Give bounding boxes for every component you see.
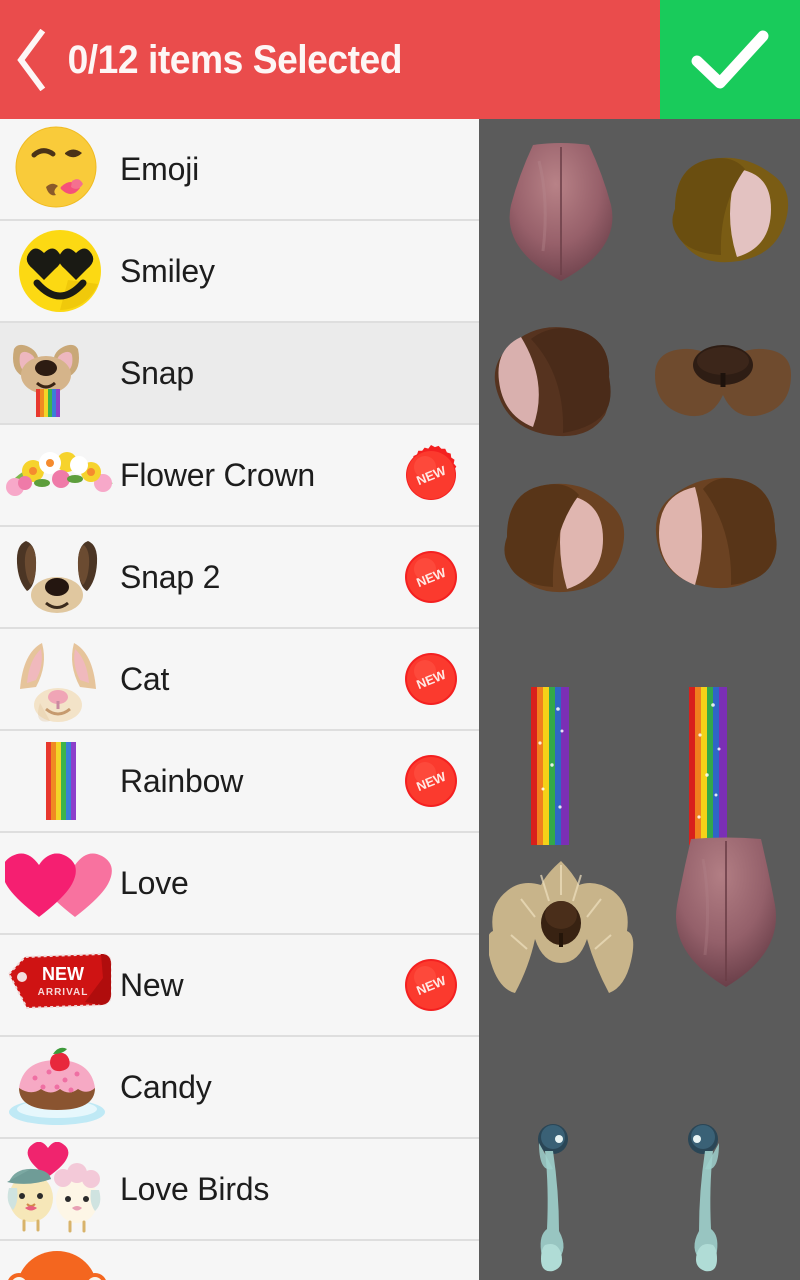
list-item-label: Love: [120, 865, 189, 901]
new-badge-icon: NEW: [400, 444, 462, 506]
list-item-label: New: [120, 967, 184, 1003]
svg-text:ARRIVAL: ARRIVAL: [38, 987, 89, 998]
list-item-badge-slot: [383, 1036, 479, 1138]
back-button[interactable]: [0, 0, 62, 119]
app-bar: 0/12 items Selected: [0, 0, 800, 119]
dog-ear-brown-right-sticker[interactable]: [649, 471, 794, 606]
dog-tongue-sticker[interactable]: [491, 141, 631, 286]
list-item-label: Smiley: [120, 253, 215, 289]
list-item[interactable]: Cat NEW: [0, 629, 479, 731]
list-item-badge-slot: NEW: [383, 424, 479, 526]
new-badge-icon: NEW: [400, 750, 462, 812]
rainbow-tongue-sticker[interactable]: [689, 687, 727, 845]
list-item-badge-slot: [383, 322, 479, 424]
app-screen: 0/12 items Selected Emoji Smiley Snap Fl…: [0, 0, 800, 1280]
list-item-badge-slot: NEW: [383, 730, 479, 832]
list-item[interactable]: Love: [0, 833, 479, 935]
check-icon: [691, 27, 769, 93]
confirm-button[interactable]: [660, 0, 800, 119]
new-badge-icon: NEW: [400, 954, 462, 1016]
tear-drop-sticker[interactable]: [679, 1123, 729, 1280]
list-item-badge-slot: [383, 1138, 479, 1240]
fur-nose-sticker[interactable]: [489, 857, 634, 997]
dog-ear-right-sticker[interactable]: [657, 147, 797, 267]
list-item[interactable]: Flower Crown NEW: [0, 425, 479, 527]
list-item-label: Cat: [120, 661, 170, 697]
rainbow-stripe-icon: [0, 730, 120, 832]
strawberry-cake-icon: [0, 1036, 120, 1138]
new-badge-icon: NEW: [400, 546, 462, 608]
list-item-badge-slot: [383, 220, 479, 322]
tear-drop-sticker[interactable]: [531, 1123, 581, 1280]
dog-nose-sticker[interactable]: [651, 341, 796, 436]
dog-ear-left-sticker[interactable]: [485, 319, 630, 444]
list-item-label: Flower Crown: [120, 457, 315, 493]
dog-ear-brown-left-sticker[interactable]: [489, 477, 629, 607]
list-item-label: Snap: [120, 355, 194, 391]
list-item[interactable]: Snap 2 NEW: [0, 527, 479, 629]
list-item-label: Candy: [120, 1069, 212, 1105]
list-item-badge-slot: NEW: [383, 934, 479, 1036]
orange-monster-icon: [0, 1240, 120, 1280]
rainbow-tongue-sticker[interactable]: [531, 687, 569, 845]
list-item-badge-slot: [383, 1240, 479, 1280]
list-item[interactable]: NEW ARRIVAL New NEW: [0, 935, 479, 1037]
list-item[interactable]: Love Birds: [0, 1139, 479, 1241]
list-item[interactable]: Rainbow NEW: [0, 731, 479, 833]
dog-rainbow-tongue-icon: [0, 322, 120, 424]
content-area: Emoji Smiley Snap Flower Crown NEW Snap …: [0, 119, 800, 1280]
new-arrival-tag-icon: NEW ARRIVAL: [0, 934, 120, 1036]
dog-ears-nose-icon: [0, 526, 120, 628]
list-item[interactable]: Snap: [0, 323, 479, 425]
flower-crown-icon: [0, 424, 120, 526]
list-item-badge-slot: [383, 832, 479, 934]
category-list[interactable]: Emoji Smiley Snap Flower Crown NEW Snap …: [0, 119, 479, 1280]
list-item-label: Rainbow: [120, 763, 244, 799]
list-item-badge-slot: NEW: [383, 628, 479, 730]
svg-text:NEW: NEW: [42, 964, 84, 984]
page-title: 0/12 items Selected: [67, 37, 403, 82]
list-item-label: Love Birds: [120, 1171, 270, 1207]
sticker-preview-panel[interactable]: [479, 119, 800, 1280]
list-item[interactable]: Candy: [0, 1037, 479, 1139]
app-bar-left: 0/12 items Selected: [0, 0, 660, 119]
list-item-badge-slot: NEW: [383, 526, 479, 628]
list-item[interactable]: [0, 1241, 479, 1280]
list-item[interactable]: Emoji: [0, 119, 479, 221]
kissing-heart-emoji-icon: [0, 119, 120, 220]
two-hearts-icon: [0, 832, 120, 934]
list-item-label: Emoji: [120, 151, 200, 187]
love-birds-icon: [0, 1138, 120, 1240]
list-item-label: Snap 2: [120, 559, 221, 595]
chevron-left-icon: [14, 28, 48, 91]
cat-ears-nose-icon: [0, 628, 120, 730]
list-item-badge-slot: [383, 119, 479, 220]
list-item[interactable]: Smiley: [0, 221, 479, 323]
dog-tongue-sticker[interactable]: [661, 837, 791, 989]
new-badge-icon: NEW: [400, 648, 462, 710]
heart-eyes-smiley-icon: [0, 220, 120, 322]
